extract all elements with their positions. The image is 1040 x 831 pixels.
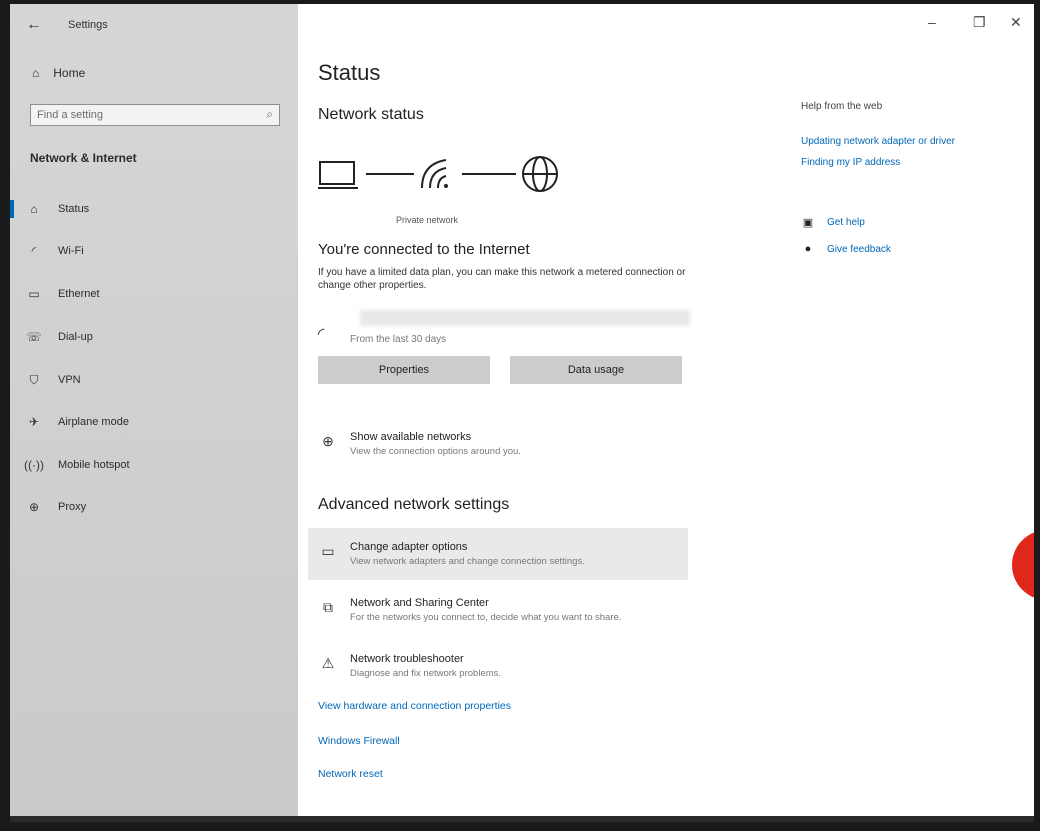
settings-window: ← Settings ⌂ Home ⌕ Network & Internet ⌂… xyxy=(10,4,1034,822)
get-help-link[interactable]: ▣ Get help xyxy=(801,216,865,229)
sidebar-item-label: Proxy xyxy=(58,501,87,513)
search-input[interactable] xyxy=(31,105,263,125)
sharing-icon: ⧉ xyxy=(323,599,333,615)
sidebar-item-dialup[interactable]: ☏ Dial-up xyxy=(10,322,298,352)
help-link-adapter-driver[interactable]: Updating network adapter or driver xyxy=(801,136,955,147)
sidebar-item-airplane-mode[interactable]: ✈ Airplane mode xyxy=(10,407,298,437)
sidebar-item-vpn[interactable]: ⛉ VPN xyxy=(10,365,298,395)
sidebar-item-label: Mobile hotspot xyxy=(58,459,130,471)
give-feedback-label: Give feedback xyxy=(827,243,891,255)
show-available-networks[interactable]: ⊕ Show available networks View the conne… xyxy=(318,431,521,457)
row-title: Network troubleshooter xyxy=(350,653,464,665)
sidebar-item-status[interactable]: ⌂ Status xyxy=(10,194,298,224)
sidebar-item-ethernet[interactable]: ▭ Ethernet xyxy=(10,279,298,309)
redacted-network-name xyxy=(360,310,690,326)
sidebar-section-title: Network & Internet xyxy=(30,151,137,165)
row-description: View network adapters and change connect… xyxy=(350,556,585,567)
data-usage-button[interactable]: Data usage xyxy=(510,356,682,384)
hardware-properties-link[interactable]: View hardware and connection properties xyxy=(318,700,511,712)
sidebar-item-mobile-hotspot[interactable]: ((·)) Mobile hotspot xyxy=(10,450,298,480)
get-help-label: Get help xyxy=(827,217,865,228)
close-button[interactable]: ✕ xyxy=(1010,14,1022,31)
data-usage-period: From the last 30 days xyxy=(350,334,447,345)
give-feedback-link[interactable]: ● Give feedback xyxy=(801,243,891,255)
dialup-icon: ☏ xyxy=(26,330,42,344)
row-description: View the connection options around you. xyxy=(350,446,521,457)
sidebar-item-label: VPN xyxy=(58,374,81,386)
globe-icon xyxy=(522,156,558,192)
page-title: Status xyxy=(318,60,381,85)
help-heading: Help from the web xyxy=(801,101,883,112)
wifi-signal-icon: ◜ xyxy=(318,326,325,343)
airplane-icon: ✈ xyxy=(28,415,40,429)
sidebar: ← Settings ⌂ Home ⌕ Network & Internet ⌂… xyxy=(10,4,298,822)
properties-button[interactable]: Properties xyxy=(318,356,490,384)
bottom-edge xyxy=(10,816,1034,822)
hotspot-icon: ((·)) xyxy=(24,458,44,472)
sidebar-item-wifi[interactable]: ◜ Wi-Fi xyxy=(10,236,298,266)
row-title: Show available networks xyxy=(350,431,472,443)
network-reset-link[interactable]: Network reset xyxy=(318,768,383,780)
search-box: ⌕ xyxy=(30,104,280,126)
proxy-icon: ⊕ xyxy=(28,500,40,514)
chat-icon: ▣ xyxy=(802,217,814,229)
back-arrow-icon[interactable]: ← xyxy=(26,16,42,34)
row-title: Network and Sharing Center xyxy=(350,597,489,609)
main-pane: – ❐ ✕ Status Network status Private netw… xyxy=(298,4,1034,822)
network-diagram xyxy=(318,156,558,192)
sidebar-item-label: Ethernet xyxy=(58,288,100,300)
sidebar-home-label: Home xyxy=(53,66,86,80)
sidebar-item-label: Wi-Fi xyxy=(58,245,84,257)
sidebar-item-proxy[interactable]: ⊕ Proxy xyxy=(10,492,298,522)
row-description: Diagnose and fix network problems. xyxy=(350,668,502,679)
laptop-icon xyxy=(318,161,358,189)
search-icon[interactable]: ⌕ xyxy=(266,107,273,122)
connection-title: You're connected to the Internet xyxy=(318,241,530,258)
advanced-settings-heading: Advanced network settings xyxy=(318,496,510,513)
network-sharing-center[interactable]: ⧉ Network and Sharing Center For the net… xyxy=(318,597,621,623)
row-title: Change adapter options xyxy=(350,541,468,553)
row-description: For the networks you connect to, decide … xyxy=(350,612,622,623)
windows-firewall-link[interactable]: Windows Firewall xyxy=(318,735,400,747)
ethernet-icon: ▭ xyxy=(28,287,40,301)
step-number-badge: 5 xyxy=(1012,530,1034,600)
wifi-signal-icon xyxy=(421,159,448,189)
help-link-ip-address[interactable]: Finding my IP address xyxy=(801,157,900,168)
maximize-button[interactable]: ❐ xyxy=(973,14,986,31)
wifi-icon: ◜ xyxy=(31,244,37,258)
sidebar-home[interactable]: ⌂ Home xyxy=(32,66,85,80)
network-icon: ⊕ xyxy=(322,433,334,449)
network-status-heading: Network status xyxy=(318,106,424,123)
adapter-icon: ▭ xyxy=(321,543,335,559)
warning-icon: ⚠ xyxy=(321,655,335,671)
sidebar-item-label: Dial-up xyxy=(58,331,93,343)
sidebar-item-label: Status xyxy=(58,203,90,215)
minimize-button[interactable]: – xyxy=(928,14,936,30)
vpn-icon: ⛉ xyxy=(29,372,39,387)
connection-description: If you have a limited data plan, you can… xyxy=(318,267,686,291)
feedback-icon: ● xyxy=(804,243,812,255)
sidebar-item-label: Airplane mode xyxy=(58,416,129,428)
status-icon: ⌂ xyxy=(30,202,38,216)
network-name: Private network xyxy=(396,215,459,225)
home-icon: ⌂ xyxy=(32,66,40,80)
network-troubleshooter[interactable]: ⚠ Network troubleshooter Diagnose and fi… xyxy=(318,653,501,679)
change-adapter-options[interactable]: ▭ Change adapter options View network ad… xyxy=(318,541,585,567)
app-title: Settings xyxy=(68,19,108,31)
